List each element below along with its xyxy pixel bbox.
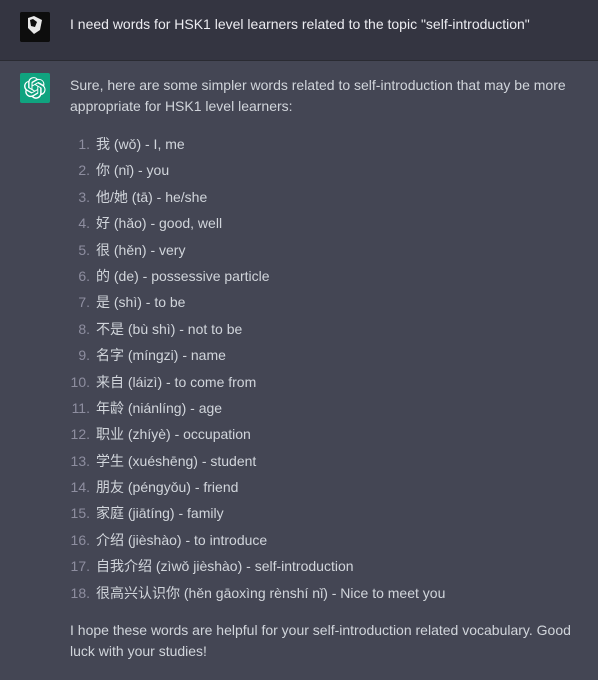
list-item: 来自 (láizì) - to come from [70,369,578,395]
list-item: 自我介绍 (zìwǒ jièshào) - self-introduction [70,553,578,579]
user-message-text: I need words for HSK1 level learners rel… [70,12,578,42]
list-item: 年龄 (niánlíng) - age [70,395,578,421]
list-item: 是 (shì) - to be [70,289,578,315]
list-item: 介绍 (jièshào) - to introduce [70,527,578,553]
list-item: 很高兴认识你 (hěn gāoxìng rènshí nǐ) - Nice to… [70,580,578,606]
list-item: 的 (de) - possessive particle [70,263,578,289]
list-item: 很 (hěn) - very [70,237,578,263]
list-item: 我 (wǒ) - I, me [70,131,578,157]
list-item: 职业 (zhíyè) - occupation [70,421,578,447]
list-item: 学生 (xuéshēng) - student [70,448,578,474]
vocabulary-list: 我 (wǒ) - I, me 你 (nǐ) - you 他/她 (tā) - h… [70,131,578,606]
assistant-message: Sure, here are some simpler words relate… [0,61,598,680]
openai-logo-icon [24,77,46,99]
assistant-avatar [20,73,50,103]
list-item: 家庭 (jiātíng) - family [70,500,578,526]
list-item: 朋友 (péngyǒu) - friend [70,474,578,500]
list-item: 好 (hǎo) - good, well [70,210,578,236]
assistant-intro: Sure, here are some simpler words relate… [70,75,578,117]
list-item: 不是 (bù shì) - not to be [70,316,578,342]
user-avatar-icon [20,12,50,42]
list-item: 他/她 (tā) - he/she [70,184,578,210]
user-avatar [20,12,50,42]
list-item: 你 (nǐ) - you [70,157,578,183]
user-message: I need words for HSK1 level learners rel… [0,0,598,61]
assistant-message-content: Sure, here are some simpler words relate… [70,73,578,662]
list-item: 名字 (míngzi) - name [70,342,578,368]
assistant-outro: I hope these words are helpful for your … [70,620,578,662]
